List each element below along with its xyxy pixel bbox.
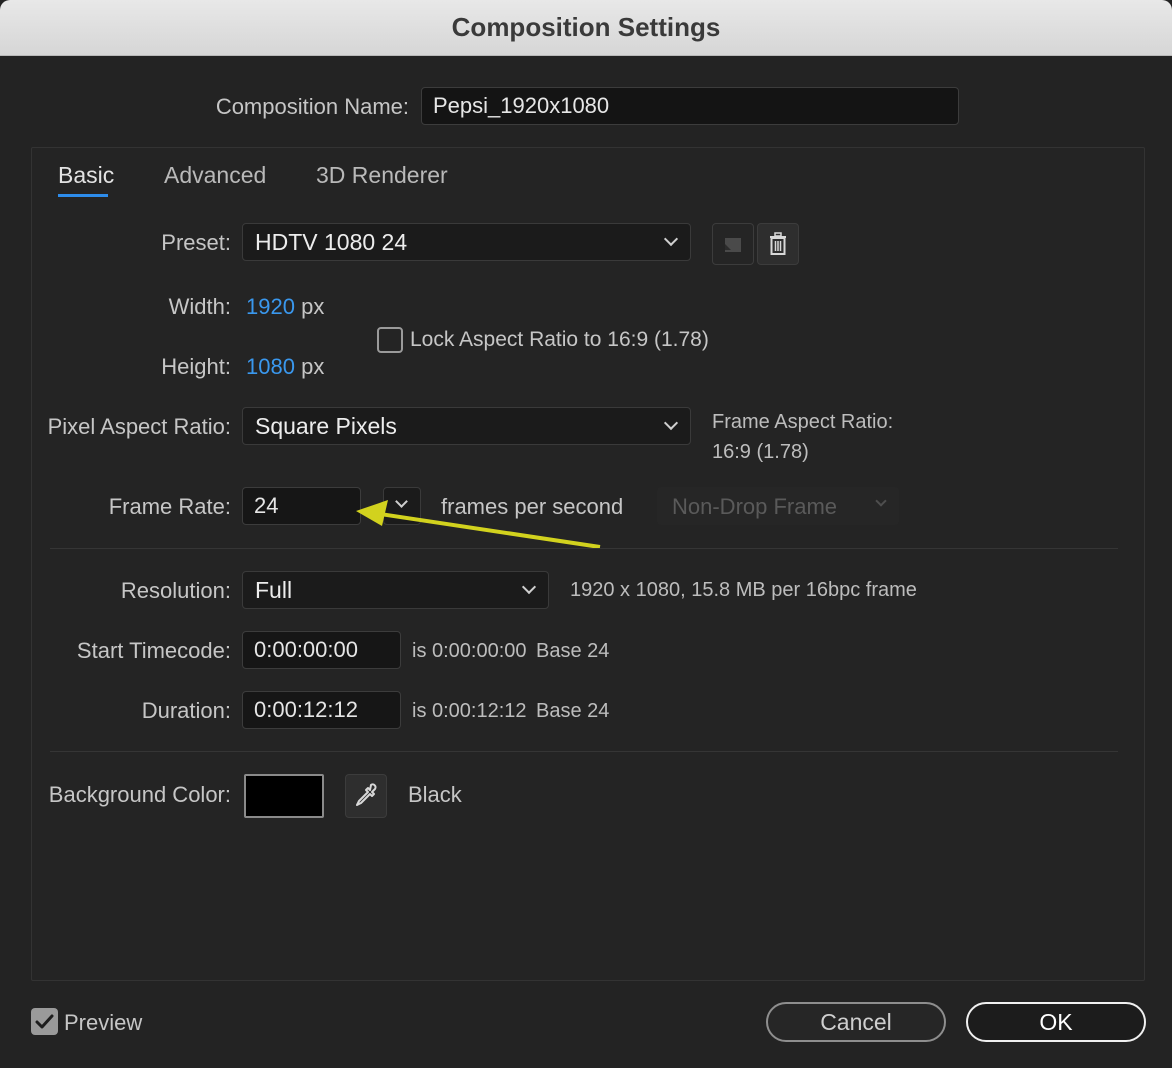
eyedropper-button[interactable] <box>345 774 387 818</box>
width-value[interactable]: 1920 <box>246 294 295 319</box>
frame-rate-value: 24 <box>254 493 279 518</box>
start-timecode-value: 0:00:00:00 <box>254 637 358 662</box>
drop-frame-dropdown[interactable]: Non-Drop Frame <box>657 487 899 525</box>
preset-value: HDTV 1080 24 <box>255 228 408 255</box>
chevron-down-icon <box>663 415 679 431</box>
pixel-aspect-value: Square Pixels <box>255 412 397 439</box>
preview-label: Preview <box>64 1010 143 1035</box>
cancel-button[interactable]: Cancel <box>766 1002 946 1042</box>
resolution-label: Resolution: <box>120 578 231 603</box>
window-title: Composition Settings <box>451 12 721 42</box>
duration-value: 0:00:12:12 <box>254 697 358 722</box>
chevron-down-icon <box>663 231 679 247</box>
active-tab-indicator <box>58 194 108 197</box>
frame-aspect-label: Frame Aspect Ratio: <box>712 411 894 433</box>
duration-input[interactable]: 0:00:12:12 <box>242 691 401 729</box>
divider <box>50 548 1118 549</box>
chevron-down-icon <box>521 579 537 595</box>
frame-aspect-value: 16:9 (1.78) <box>712 441 809 463</box>
duration-is: is 0:00:12:12 <box>412 700 527 722</box>
duration-label: Duration: <box>141 698 231 723</box>
drop-frame-value: Non-Drop Frame <box>672 494 838 519</box>
width-label: Width: <box>168 294 231 319</box>
tab-basic[interactable]: Basic <box>58 162 114 189</box>
duration-base: Base 24 <box>536 700 610 722</box>
pixel-aspect-dropdown[interactable]: Square Pixels <box>242 407 691 445</box>
composition-name-label: Composition Name: <box>215 94 409 119</box>
background-color-swatch[interactable] <box>244 774 324 818</box>
pixel-aspect-label: Pixel Aspect Ratio: <box>47 414 231 439</box>
width-unit: px <box>301 294 325 319</box>
height-label: Height: <box>161 354 231 379</box>
height-field: 1080 px <box>246 354 324 380</box>
height-unit: px <box>301 354 325 379</box>
background-color-label: Background Color: <box>48 782 231 807</box>
save-preset-icon <box>725 238 741 252</box>
eyedropper-icon <box>356 783 377 806</box>
composition-name-value: Pepsi_1920x1080 <box>433 93 610 118</box>
lock-aspect-label: Lock Aspect Ratio to 16:9 (1.78) <box>410 328 709 351</box>
lock-aspect-checkbox[interactable] <box>377 327 403 353</box>
start-timecode-input[interactable]: 0:00:00:00 <box>242 631 401 669</box>
preview-checkbox[interactable] <box>31 1008 58 1035</box>
background-color-name: Black <box>408 782 462 807</box>
chevron-down-icon <box>875 495 887 507</box>
preset-label: Preset: <box>161 230 231 255</box>
start-timecode-base: Base 24 <box>536 640 610 662</box>
delete-preset-button[interactable] <box>757 223 799 265</box>
resolution-info: 1920 x 1080, 15.8 MB per 16bpc frame <box>570 579 917 601</box>
checkmark-icon <box>35 1014 54 1029</box>
divider <box>50 751 1118 752</box>
start-timecode-label: Start Timecode: <box>76 638 231 663</box>
height-value[interactable]: 1080 <box>246 354 295 379</box>
start-timecode-is: is 0:00:00:00 <box>412 640 527 662</box>
composition-name-input[interactable]: Pepsi_1920x1080 <box>421 87 959 125</box>
resolution-value: Full <box>255 576 293 603</box>
tab-3d-renderer[interactable]: 3D Renderer <box>316 162 448 189</box>
save-preset-button[interactable] <box>712 223 754 265</box>
settings-panel <box>31 147 1145 981</box>
preset-dropdown[interactable]: HDTV 1080 24 <box>242 223 691 261</box>
ok-button[interactable]: OK <box>966 1002 1146 1042</box>
width-field: 1920 px <box>246 294 324 320</box>
resolution-dropdown[interactable]: Full <box>242 571 549 609</box>
tab-advanced[interactable]: Advanced <box>164 162 266 189</box>
title-bar: Composition Settings <box>0 0 1172 56</box>
frame-rate-label: Frame Rate: <box>108 494 231 519</box>
trash-icon <box>770 232 786 255</box>
